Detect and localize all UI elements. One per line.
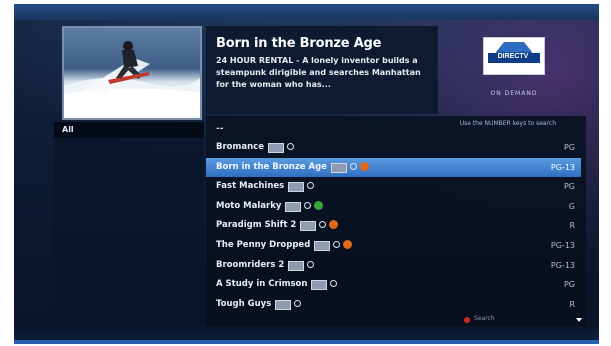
hd-badge-icon xyxy=(288,182,304,193)
info-icon xyxy=(307,260,314,268)
list-item-rating: PG-13 xyxy=(550,260,575,270)
category-item-all[interactable]: All xyxy=(54,122,204,138)
list-item-rating: PG-13 xyxy=(550,241,575,250)
list-item[interactable]: Fast Machines PG xyxy=(206,177,581,196)
category-panel: All xyxy=(54,122,204,328)
status-dot-icon xyxy=(343,240,352,249)
info-icon xyxy=(294,299,301,307)
list-item-title: Paradigm Shift 2 xyxy=(216,220,297,231)
movie-description: 24 HOUR RENTAL - A lonely inventor build… xyxy=(216,56,421,89)
list-item[interactable]: A Study in Crimson PG xyxy=(206,275,581,294)
list-item-title: Tough Guys xyxy=(216,298,272,309)
list-item-title: The Penny Dropped xyxy=(216,240,311,250)
list-footer: Search xyxy=(206,314,586,326)
logo-text: DIRECTV xyxy=(497,53,529,60)
list-item-icons xyxy=(288,181,314,193)
title-list: Use the NUMBER keys to search -- Bromanc… xyxy=(206,116,586,326)
list-item-rating: R xyxy=(569,299,575,309)
list-item-icons xyxy=(288,260,314,271)
list-item[interactable]: Bromance PG xyxy=(206,138,581,157)
hd-badge-icon xyxy=(268,143,284,153)
movie-title: Born in the Bronze Age xyxy=(216,36,382,51)
on-demand-label: ON DEMAND xyxy=(490,90,538,97)
info-icon xyxy=(304,201,311,209)
status-dot-icon xyxy=(329,220,338,230)
scroll-down-arrow-icon[interactable] xyxy=(576,318,582,322)
list-item-title: A Study in Crimson xyxy=(216,279,308,290)
status-dot-icon xyxy=(314,200,323,210)
top-band xyxy=(14,4,599,20)
list-item-rating: R xyxy=(569,221,575,231)
list-item-rating: PG-13 xyxy=(550,162,575,172)
list-item[interactable]: Born in the Bronze Age PG-13 xyxy=(206,157,581,177)
info-icon xyxy=(333,241,340,248)
list-item[interactable]: Moto Malarky G xyxy=(206,197,581,216)
list-item-rating: PG xyxy=(563,280,575,290)
list-item-title: Bromance xyxy=(216,142,264,152)
movie-thumbnail xyxy=(62,26,202,120)
hd-badge-icon xyxy=(285,201,301,212)
search-red-button-icon[interactable] xyxy=(464,317,470,323)
hd-badge-icon xyxy=(311,280,327,291)
list-item-icons xyxy=(311,279,337,291)
info-icon xyxy=(330,280,337,288)
list-item-icons xyxy=(331,161,369,173)
list-item-rating: PG xyxy=(563,143,575,152)
movie-info-panel: Born in the Bronze Age 24 HOUR RENTAL - … xyxy=(206,26,438,114)
hd-badge-icon xyxy=(300,221,316,232)
list-item-rating: PG xyxy=(563,182,575,192)
search-label: Search xyxy=(474,315,495,322)
list-item-rating: G xyxy=(568,201,575,211)
number-search-hint: Use the NUMBER keys to search xyxy=(459,120,556,127)
list-item-icons xyxy=(314,240,352,251)
list-item-title: Broomriders 2 xyxy=(216,259,285,270)
list-item-title: Moto Malarky xyxy=(216,200,282,211)
tv-screen: All Born in the Bronze Age 24 HOUR RENTA… xyxy=(14,4,599,344)
info-icon xyxy=(287,143,294,150)
hd-badge-icon xyxy=(314,241,330,251)
list-item-icons xyxy=(275,299,301,310)
list-item[interactable]: Paradigm Shift 2 R xyxy=(206,216,581,235)
status-dot-icon xyxy=(360,161,369,171)
list-item[interactable]: Broomriders 2 PG-13 xyxy=(206,256,581,275)
list-item-title: Fast Machines xyxy=(216,181,285,192)
list-item-title: Born in the Bronze Age xyxy=(216,161,327,172)
list-item-icons xyxy=(300,220,338,232)
list-item-icons xyxy=(268,142,294,153)
hd-badge-icon xyxy=(288,260,304,271)
bottom-bar xyxy=(14,326,599,340)
info-icon xyxy=(319,221,326,229)
info-icon xyxy=(307,182,314,190)
list-header-dash: -- xyxy=(216,124,224,134)
list-item[interactable]: The Penny Dropped PG-13 xyxy=(206,236,581,255)
info-icon xyxy=(350,162,357,170)
hd-badge-icon xyxy=(331,162,347,173)
hd-badge-icon xyxy=(275,299,291,310)
list-item-icons xyxy=(285,200,323,212)
list-item[interactable]: Tough Guys R xyxy=(206,295,581,314)
